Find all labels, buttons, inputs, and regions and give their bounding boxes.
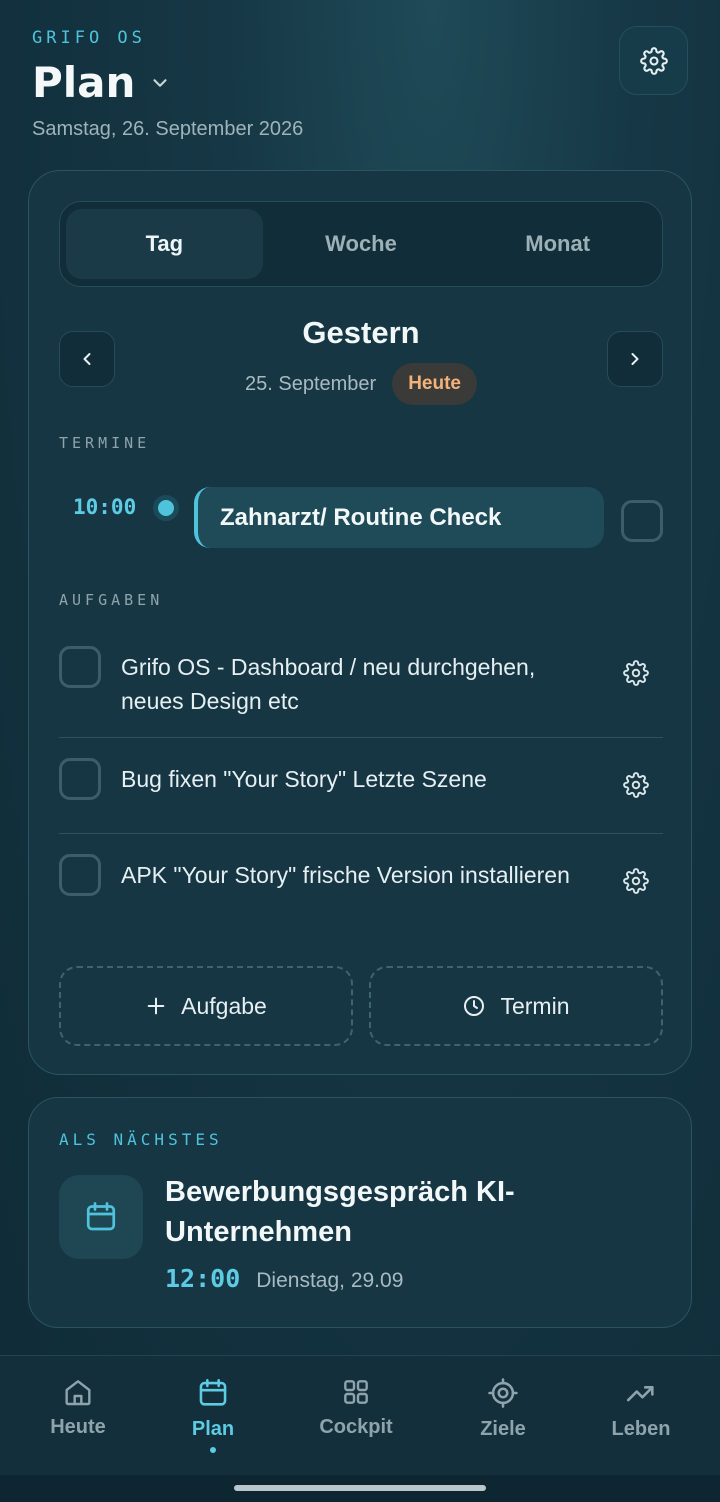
nav-item-heute[interactable]: Heute [23,1376,133,1439]
view-switcher: Tag Woche Monat [59,201,663,287]
divider [59,737,663,738]
gear-icon [623,660,649,686]
grid-icon [344,1380,368,1404]
tab-month[interactable]: Monat [459,209,656,279]
divider [59,833,663,834]
chevron-down-icon [153,78,168,87]
timeline-dot [153,495,179,521]
bottom-navigation: Heute Plan Cockpit Ziele Leben [0,1355,720,1475]
home-icon [65,1380,91,1406]
task-checkbox[interactable] [59,854,101,896]
gesture-handle[interactable] [234,1485,486,1491]
tab-week[interactable]: Woche [263,209,460,279]
gear-icon [639,46,668,75]
task-checkbox[interactable] [59,646,101,688]
task-text[interactable]: APK "Your Story" frische Version install… [121,858,596,892]
target-icon [488,1378,518,1408]
calendar-icon [86,1202,116,1231]
task-text[interactable]: Bug fixen "Your Story" Letzte Szene [121,762,596,796]
appointments-label: TERMINE [59,434,151,452]
current-date: Samstag, 26. September 2026 [32,118,304,140]
nav-item-cockpit[interactable]: Cockpit [301,1376,411,1439]
nav-label: Cockpit [319,1416,393,1438]
gear-icon [623,868,649,894]
next-up-time: 12:00 [165,1264,241,1293]
next-up-meta: 12:00 Dienstag, 29.09 [165,1264,403,1293]
plan-card: Tag Woche Monat Gestern 25. September He… [28,170,692,1075]
nav-item-plan[interactable]: Plan [158,1376,268,1453]
task-settings-button[interactable] [619,864,653,898]
next-up-date: Dienstag, 29.09 [256,1269,404,1292]
nav-label: Heute [50,1416,106,1438]
appointment-checkbox[interactable] [621,500,663,542]
day-subtitle: 25. September Heute [29,363,693,405]
nav-label: Ziele [480,1418,526,1440]
task-text[interactable]: Grifo OS - Dashboard / neu durchgehen, n… [121,650,596,718]
next-up-icon-tile [59,1175,143,1259]
nav-label: Leben [611,1418,671,1440]
clock-icon [464,996,485,1016]
appointment-item[interactable]: Zahnarzt/ Routine Check [194,487,604,548]
task-settings-button[interactable] [619,656,653,690]
next-up-card[interactable]: ALS NÄCHSTES Bewerbungsgespräch KI-Unter… [28,1097,692,1328]
calendar-icon [199,1378,227,1406]
chevron-right-icon [631,353,639,365]
task-checkbox[interactable] [59,758,101,800]
task-settings-button[interactable] [619,768,653,802]
plus-icon [147,997,165,1015]
tasks-label: AUFGABEN [59,591,164,609]
next-day-button[interactable] [607,331,663,387]
add-appointment-button[interactable]: Termin [369,966,663,1046]
nav-item-leben[interactable]: Leben [586,1376,696,1441]
add-appointment-label: Termin [500,992,570,1019]
app-brand: GRIFO OS [32,28,146,48]
active-indicator [210,1447,216,1453]
tab-day[interactable]: Tag [66,209,263,279]
nav-label: Plan [191,1418,235,1440]
nav-item-ziele[interactable]: Ziele [448,1376,558,1441]
next-up-label: ALS NÄCHSTES [59,1130,223,1149]
today-badge[interactable]: Heute [392,363,477,405]
appointment-time: 10:00 [73,495,137,519]
add-task-button[interactable]: Aufgabe [59,966,353,1046]
page-title-dropdown[interactable]: Plan [32,58,171,107]
day-title: Gestern [302,315,420,350]
trend-icon [626,1386,654,1402]
appointment-title: Zahnarzt/ Routine Check [220,503,502,531]
day-date: 25. September [245,372,377,395]
next-up-title: Bewerbungsgespräch KI-Unternehmen [165,1176,515,1248]
gear-icon [623,772,649,798]
settings-button[interactable] [619,26,688,95]
page-title: Plan [32,58,136,107]
add-task-label: Aufgabe [181,992,267,1019]
